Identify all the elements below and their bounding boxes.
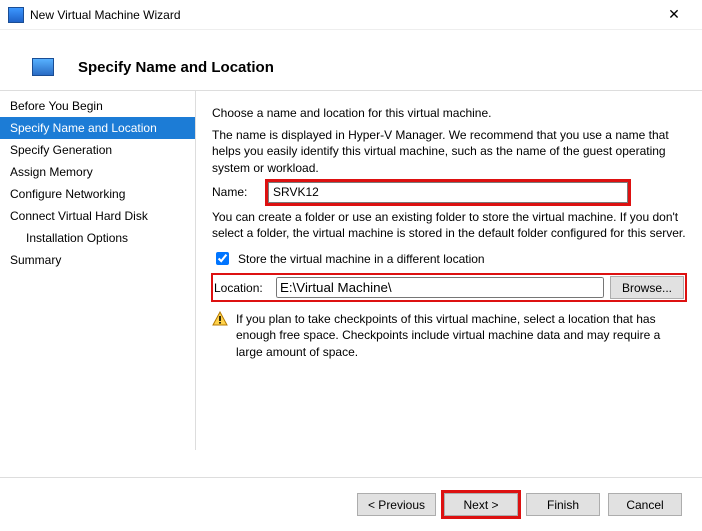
step-installation-options[interactable]: Installation Options [0,227,195,249]
intro-text: Choose a name and location for this virt… [212,105,686,121]
cancel-button[interactable]: Cancel [608,493,682,516]
warning-icon [212,311,228,327]
page-title: Specify Name and Location [78,59,274,76]
step-summary[interactable]: Summary [0,249,195,271]
name-input[interactable] [268,182,628,203]
description-text: The name is displayed in Hyper-V Manager… [212,127,686,176]
step-specify-name-location[interactable]: Specify Name and Location [0,117,195,139]
step-specify-generation[interactable]: Specify Generation [0,139,195,161]
close-icon[interactable]: ✕ [654,6,694,23]
wizard-header: Specify Name and Location [0,30,702,90]
name-row: Name: [212,182,686,203]
finish-button[interactable]: Finish [526,493,600,516]
location-label: Location: [214,281,270,295]
location-input[interactable] [276,277,604,298]
step-before-you-begin[interactable]: Before You Begin [0,95,195,117]
next-button[interactable]: Next > [444,493,518,516]
previous-button[interactable]: < Previous [357,493,436,516]
location-row-highlight: Location: Browse... [212,274,686,301]
store-different-checkbox[interactable] [216,252,229,265]
window-title: New Virtual Machine Wizard [30,8,654,22]
folder-description: You can create a folder or use an existi… [212,209,686,241]
name-label: Name: [212,185,268,199]
app-icon [8,7,24,23]
store-different-row: Store the virtual machine in a different… [212,249,686,268]
step-configure-networking[interactable]: Configure Networking [0,183,195,205]
wizard-footer: < Previous Next > Finish Cancel [0,477,702,531]
warning-text: If you plan to take checkpoints of this … [236,311,686,360]
wizard-page: Choose a name and location for this virt… [196,91,702,450]
warning-row: If you plan to take checkpoints of this … [212,311,686,360]
wizard-icon [32,58,54,76]
titlebar: New Virtual Machine Wizard ✕ [0,0,702,30]
step-connect-vhd[interactable]: Connect Virtual Hard Disk [0,205,195,227]
step-assign-memory[interactable]: Assign Memory [0,161,195,183]
wizard-steps: Before You Begin Specify Name and Locati… [0,91,196,450]
store-different-label: Store the virtual machine in a different… [238,252,485,266]
browse-button[interactable]: Browse... [610,276,684,299]
